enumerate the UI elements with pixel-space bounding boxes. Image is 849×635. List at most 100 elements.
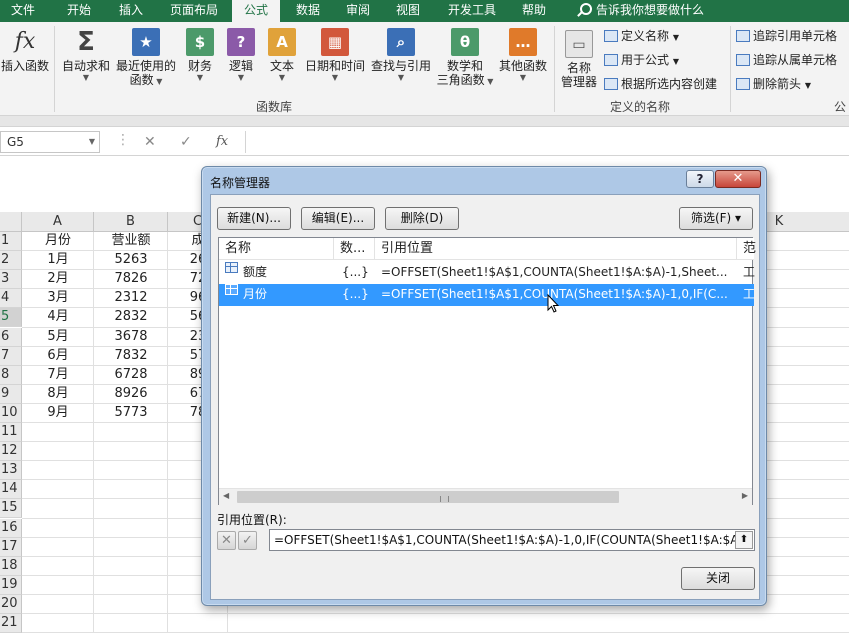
tab-review[interactable]: 审阅: [338, 0, 378, 22]
define-name-button[interactable]: 定义名称 ▼: [604, 28, 679, 46]
column-header-k[interactable]: K: [766, 212, 792, 232]
column-header-a[interactable]: A: [22, 212, 94, 232]
row-header[interactable]: 1: [0, 232, 22, 251]
cell[interactable]: 2832: [94, 308, 168, 327]
header-refers-to[interactable]: 引用位置: [375, 238, 737, 260]
text-button[interactable]: A 文本 ▼: [264, 28, 300, 83]
insert-function-button[interactable]: fx 插入函数: [0, 28, 50, 73]
cell[interactable]: 6728: [94, 366, 168, 385]
row-header[interactable]: 21: [0, 614, 22, 633]
formula-input[interactable]: [245, 131, 849, 153]
row-header[interactable]: 16: [0, 518, 22, 538]
tab-insert[interactable]: 插入: [108, 0, 154, 22]
cell[interactable]: 7月: [22, 366, 94, 385]
row-header[interactable]: 12: [0, 442, 22, 462]
header-scope[interactable]: 范: [737, 238, 756, 260]
financial-button[interactable]: $ 财务 ▼: [182, 28, 218, 83]
row-header[interactable]: 5: [0, 308, 22, 328]
row-header[interactable]: 20: [0, 594, 22, 614]
row-header[interactable]: 14: [0, 480, 22, 500]
row-header[interactable]: 8: [0, 365, 22, 385]
insert-function-icon[interactable]: fx: [216, 132, 228, 152]
header-name[interactable]: 名称: [219, 238, 334, 260]
row-header[interactable]: 7: [0, 346, 22, 366]
new-button[interactable]: 新建(N)...: [217, 207, 291, 230]
more-functions-button[interactable]: … 其他函数 ▼: [496, 28, 550, 83]
cell[interactable]: 5773: [94, 404, 168, 423]
remove-arrows-button[interactable]: 删除箭头 ▼: [736, 76, 811, 94]
enter-icon[interactable]: ✓: [180, 132, 192, 152]
row-header[interactable]: 10: [0, 403, 22, 423]
tab-page-layout[interactable]: 页面布局: [162, 0, 226, 22]
filter-button[interactable]: 筛选(F) ▾: [679, 207, 753, 230]
cell[interactable]: 9月: [22, 404, 94, 423]
tab-file[interactable]: 文件: [0, 0, 46, 22]
cell[interactable]: 6月: [22, 347, 94, 366]
lookup-reference-button[interactable]: ⌕ 查找与引用 ▼: [370, 28, 432, 83]
cell[interactable]: 5263: [94, 251, 168, 270]
tab-help[interactable]: 帮助: [514, 0, 554, 22]
row-header[interactable]: 3: [0, 270, 22, 290]
date-time-button[interactable]: ▦ 日期和时间 ▼: [304, 28, 366, 83]
cell[interactable]: 8926: [94, 385, 168, 404]
row-header[interactable]: 19: [0, 575, 22, 595]
row-header[interactable]: 2: [0, 251, 22, 271]
row-header[interactable]: 11: [0, 423, 22, 442]
scroll-left-icon[interactable]: ◀: [223, 491, 229, 500]
cell[interactable]: 8月: [22, 385, 94, 404]
row-header[interactable]: 18: [0, 556, 22, 576]
list-item-selected[interactable]: 月份 {...} =OFFSET(Sheet1!$A$1,COUNTA(Shee…: [219, 284, 755, 306]
close-icon[interactable]: ✕: [715, 170, 761, 188]
select-all-corner[interactable]: [0, 212, 22, 232]
scroll-thumb[interactable]: [237, 491, 619, 503]
trace-precedents-button[interactable]: 追踪引用单元格: [736, 28, 837, 46]
edit-button[interactable]: 编辑(E)...: [301, 207, 375, 230]
row-header[interactable]: 6: [0, 327, 22, 347]
trace-dependents-button[interactable]: 追踪从属单元格: [736, 52, 837, 70]
tab-home[interactable]: 开始: [56, 0, 102, 22]
header-value[interactable]: 数...: [334, 238, 375, 260]
cancel-icon[interactable]: ✕: [144, 132, 156, 152]
list-item[interactable]: 额度 {...} =OFFSET(Sheet1!$A$1,COUNTA(Shee…: [219, 262, 755, 284]
name-box[interactable]: G5 ▼: [0, 131, 100, 153]
refers-to-input[interactable]: =OFFSET(Sheet1!$A$1,COUNTA(Sheet1!$A:$A)…: [269, 529, 755, 551]
row-header[interactable]: 13: [0, 461, 22, 481]
cell[interactable]: 3月: [22, 289, 94, 308]
tell-me-search[interactable]: 告诉我你想要做什么: [596, 0, 716, 22]
row-header[interactable]: 9: [0, 384, 22, 404]
collapse-dialog-icon[interactable]: ⬆: [735, 531, 753, 549]
row-header[interactable]: 15: [0, 499, 22, 519]
column-header-b[interactable]: B: [94, 212, 168, 232]
tab-formulas[interactable]: 公式: [232, 0, 280, 24]
cell[interactable]: 2312: [94, 289, 168, 308]
horizontal-scrollbar[interactable]: ◀ ▶: [219, 488, 752, 505]
cell[interactable]: 7826: [94, 270, 168, 289]
scroll-right-icon[interactable]: ▶: [742, 491, 748, 500]
cancel-edit-icon[interactable]: ✕: [217, 531, 236, 550]
logical-button[interactable]: ? 逻辑 ▼: [224, 28, 258, 83]
cell[interactable]: 7832: [94, 347, 168, 366]
autosum-button[interactable]: Σ 自动求和 ▼: [60, 28, 112, 83]
delete-button[interactable]: 删除(D): [385, 207, 459, 230]
tab-data[interactable]: 数据: [288, 0, 328, 22]
name-manager-button[interactable]: ▭ 名称 管理器: [558, 30, 600, 89]
recently-used-button[interactable]: ★ 最近使用的 函数 ▼: [114, 28, 178, 89]
math-trig-button[interactable]: θ 数学和 三角函数 ▼: [434, 28, 496, 89]
cell[interactable]: 4月: [22, 308, 94, 327]
confirm-edit-icon[interactable]: ✓: [238, 531, 257, 550]
help-button[interactable]: ?: [686, 170, 714, 188]
create-from-selection-button[interactable]: 根据所选内容创建: [604, 76, 717, 94]
tab-view[interactable]: 视图: [388, 0, 428, 22]
cell[interactable]: 营业额: [94, 232, 168, 251]
row-header[interactable]: 17: [0, 537, 22, 557]
cell[interactable]: 2月: [22, 270, 94, 289]
cell[interactable]: 5月: [22, 328, 94, 347]
names-list[interactable]: 名称 数... 引用位置 范 额度 {...} =OFFSET(Sheet1!$…: [218, 237, 756, 505]
cell[interactable]: 1月: [22, 251, 94, 270]
tab-developer[interactable]: 开发工具: [440, 0, 504, 22]
use-in-formula-button[interactable]: 用于公式 ▼: [604, 52, 679, 70]
cell[interactable]: 月份: [22, 232, 94, 251]
close-button[interactable]: 关闭: [681, 567, 755, 590]
row-header[interactable]: 4: [0, 289, 22, 309]
cell[interactable]: 3678: [94, 328, 168, 347]
